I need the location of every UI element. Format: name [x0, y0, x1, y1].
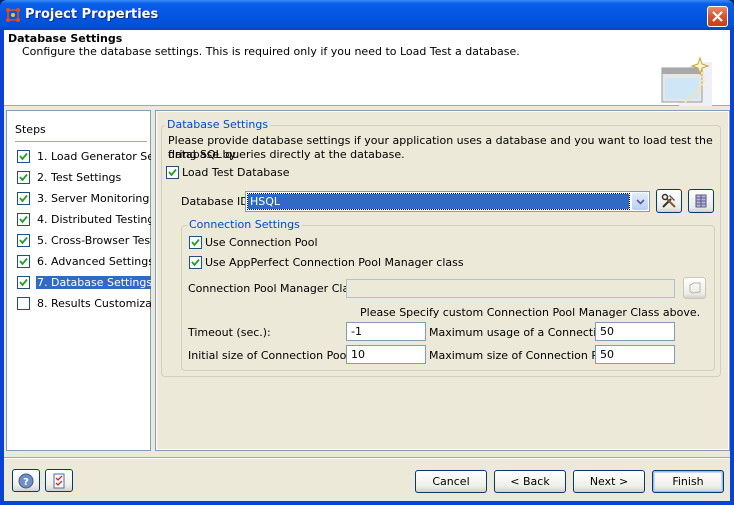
connection-settings-group-label: Connection Settings	[187, 218, 302, 231]
step-label: 8. Results Customizatio	[37, 296, 151, 310]
project-properties-window: Project Properties Database Settings Con…	[0, 0, 734, 505]
step-item-database-settings[interactable]: 7. Database Settings	[17, 274, 151, 290]
step-checkbox[interactable]	[17, 254, 30, 268]
close-button[interactable]	[707, 6, 728, 27]
configure-database-button[interactable]	[656, 189, 682, 213]
use-connection-pool-label: Use Connection Pool	[205, 236, 318, 249]
check-icon	[19, 152, 28, 160]
back-button[interactable]: < Back	[494, 470, 566, 493]
help-button[interactable]: ?	[12, 469, 40, 492]
initial-size-input[interactable]: 10	[346, 345, 426, 364]
checklist-button[interactable]	[45, 469, 73, 492]
step-label: 7. Database Settings	[36, 275, 151, 289]
step-item-distributed-testing[interactable]: 4. Distributed Testing	[17, 211, 151, 227]
step-item-server-monitoring[interactable]: 3. Server Monitoring	[17, 190, 151, 206]
check-icon	[19, 194, 28, 202]
tools-icon	[661, 193, 676, 208]
manager-class-hint: Please Specify custom Connection Pool Ma…	[360, 306, 701, 319]
load-test-database-checkbox[interactable]: Load Test Database	[166, 166, 290, 179]
step-checkbox[interactable]	[17, 149, 30, 163]
check-icon	[19, 173, 28, 181]
database-id-label: Database ID	[181, 195, 249, 208]
timeout-input[interactable]: -1	[346, 322, 426, 341]
database-list-button[interactable]	[688, 189, 714, 213]
step-checkbox[interactable]	[17, 191, 30, 205]
step-checkbox[interactable]	[17, 275, 30, 289]
use-appperfect-manager-label: Use AppPerfect Connection Pool Manager c…	[205, 256, 464, 269]
checkbox-box[interactable]	[166, 166, 179, 179]
check-icon	[19, 215, 28, 223]
dropdown-arrow[interactable]	[632, 193, 648, 210]
settings-panel: Database Settings Please provide databas…	[155, 110, 730, 451]
manager-class-input[interactable]	[346, 279, 675, 298]
check-icon	[19, 278, 28, 286]
step-label: 2. Test Settings	[37, 170, 122, 184]
close-icon	[712, 11, 723, 22]
wizard-window-sparkle-icon	[661, 56, 712, 106]
database-icon	[695, 194, 707, 208]
max-usage-input[interactable]: 50	[595, 322, 675, 341]
step-checkbox[interactable]	[17, 296, 30, 310]
window-title: Project Properties	[25, 7, 159, 22]
step-checkbox[interactable]	[17, 233, 30, 247]
checkbox-box[interactable]	[189, 256, 202, 269]
load-test-database-label: Load Test Database	[182, 166, 290, 179]
step-label: 3. Server Monitoring	[37, 191, 150, 205]
chevron-down-icon	[635, 198, 645, 205]
timeout-label: Timeout (sec.):	[188, 326, 271, 339]
page-description: Configure the database settings. This is…	[22, 45, 520, 58]
check-icon	[168, 168, 177, 177]
folder-icon	[689, 282, 700, 294]
database-id-dropdown[interactable]: HSQL	[245, 191, 650, 212]
step-item-load-generator[interactable]: 1. Load Generator Set	[17, 148, 151, 164]
next-button[interactable]: Next >	[573, 470, 645, 493]
max-usage-label: Maximum usage of a Connection:	[429, 326, 614, 339]
step-checkbox[interactable]	[17, 170, 30, 184]
step-item-advanced-settings[interactable]: 6. Advanced Settings	[17, 253, 151, 269]
step-label: 1. Load Generator Set	[37, 149, 151, 163]
cancel-button[interactable]: Cancel	[415, 470, 487, 493]
step-item-results-customization[interactable]: 8. Results Customizatio	[17, 295, 151, 311]
max-size-label: Maximum size of Connection Pool:	[429, 349, 618, 362]
step-label: 6. Advanced Settings	[37, 254, 151, 268]
footer-divider	[4, 457, 730, 459]
manager-class-label: Connection Pool Manager Class:	[188, 282, 365, 295]
check-icon	[19, 257, 28, 265]
finish-button[interactable]: Finish	[652, 470, 724, 493]
check-icon	[191, 258, 200, 267]
check-icon	[19, 236, 28, 244]
database-settings-group-label: Database Settings	[165, 118, 271, 131]
initial-size-label: Initial size of Connection Pool:	[188, 349, 354, 362]
checklist-icon	[53, 473, 65, 488]
step-checkbox[interactable]	[17, 212, 30, 226]
svg-text:?: ?	[23, 477, 29, 488]
max-size-input[interactable]: 50	[595, 345, 675, 364]
steps-panel: Steps 1. Load Generator Set 2. Test Sett…	[6, 110, 151, 451]
browse-class-button[interactable]	[683, 277, 706, 299]
checkbox-box[interactable]	[189, 236, 202, 249]
dialog-client: Database Settings Configure the database…	[4, 30, 730, 501]
step-item-test-settings[interactable]: 2. Test Settings	[17, 169, 151, 185]
step-label: 4. Distributed Testing	[37, 212, 151, 226]
page-title: Database Settings	[8, 32, 123, 45]
steps-divider	[15, 141, 147, 142]
help-icon: ?	[18, 473, 34, 488]
check-icon	[191, 238, 200, 247]
use-appperfect-manager-checkbox[interactable]: Use AppPerfect Connection Pool Manager c…	[189, 256, 464, 269]
steps-title: Steps	[15, 123, 46, 136]
step-item-cross-browser-testing[interactable]: 5. Cross-Browser Test	[17, 232, 151, 248]
use-connection-pool-checkbox[interactable]: Use Connection Pool	[189, 236, 318, 249]
database-description-line2: firing SQL queries directly at the datab…	[168, 148, 405, 161]
app-icon	[6, 8, 20, 22]
wizard-header: Database Settings Configure the database…	[4, 30, 730, 106]
database-id-value: HSQL	[247, 193, 630, 210]
step-label: 5. Cross-Browser Test	[37, 233, 151, 247]
title-bar[interactable]: Project Properties	[0, 0, 734, 30]
